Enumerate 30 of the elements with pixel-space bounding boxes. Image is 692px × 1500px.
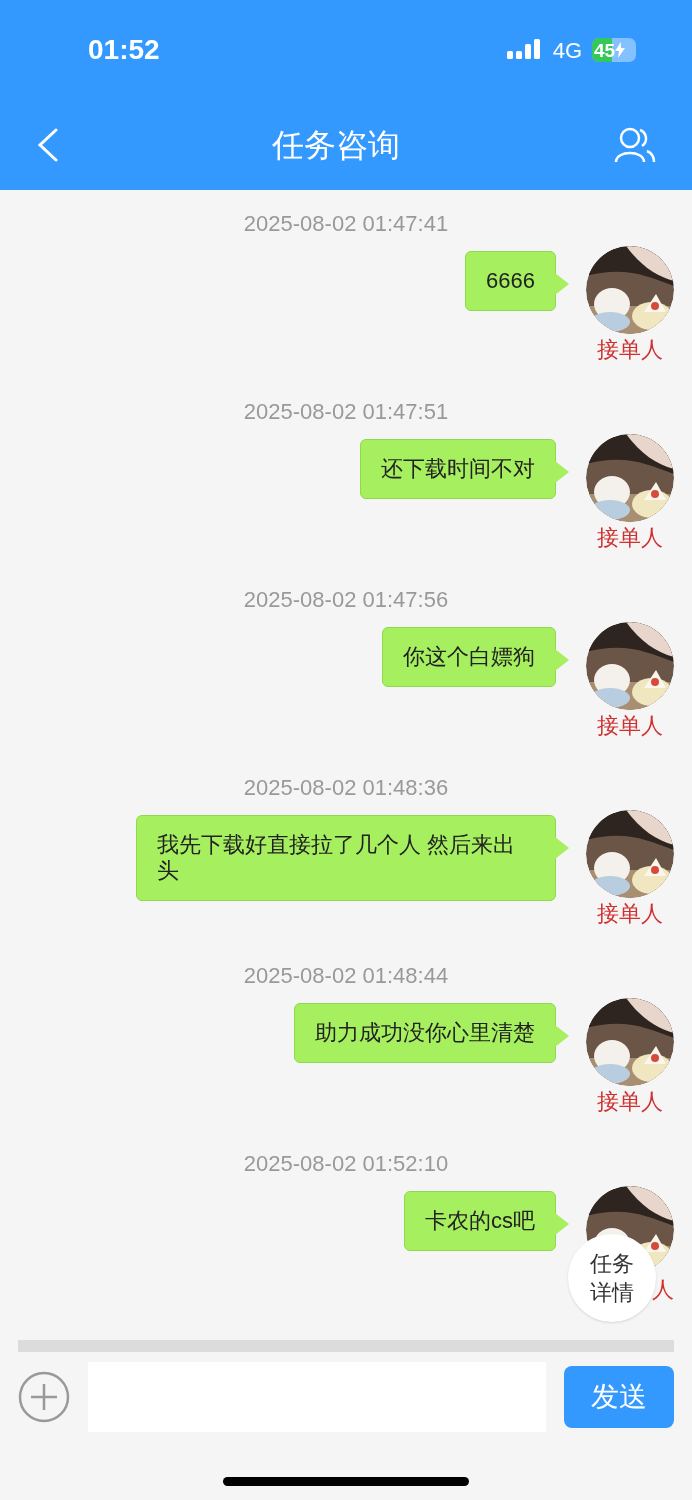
bubble-tail (555, 1213, 569, 1235)
message-bubble: 6666 (465, 251, 556, 311)
message-timestamp: 2025-08-02 01:47:51 (242, 398, 450, 426)
bubble-tail (555, 273, 569, 295)
status-time: 01:52 (88, 33, 160, 67)
bubble-tail (555, 461, 569, 483)
message-timestamp: 2025-08-02 01:47:41 (242, 210, 450, 238)
message-timestamp: 2025-08-02 01:47:56 (242, 586, 450, 614)
message-timestamp: 2025-08-02 01:52:10 (242, 1150, 450, 1178)
network-type: 4G (552, 36, 582, 65)
role-label: 接单人 (597, 900, 663, 928)
role-label: 接单人 (597, 524, 663, 552)
back-icon[interactable] (36, 128, 58, 162)
bubble-tail (555, 649, 569, 671)
role-label: 接单人 (597, 1088, 663, 1116)
message-bubble: 还下载时间不对 (360, 439, 556, 499)
message-bubble: 我先下载好直接拉了几个人 然后来出头 (136, 815, 556, 901)
message-timestamp: 2025-08-02 01:48:36 (242, 774, 450, 802)
message-bubble: 卡农的cs吧 (404, 1191, 556, 1251)
role-label: 接单人 (597, 336, 663, 364)
bubble-tail (555, 1025, 569, 1047)
page-title: 任务咨询 (272, 126, 400, 165)
role-label: 接单人 (597, 712, 663, 740)
message-bubble: 你这个白嫖狗 (382, 627, 556, 687)
group-icon[interactable] (614, 127, 656, 163)
bubble-tail (555, 837, 569, 859)
add-icon[interactable] (18, 1371, 70, 1423)
message-timestamp: 2025-08-02 01:48:44 (242, 962, 450, 990)
signal-icon (506, 39, 543, 61)
message-bubble: 助力成功没你心里清楚 (294, 1003, 556, 1063)
